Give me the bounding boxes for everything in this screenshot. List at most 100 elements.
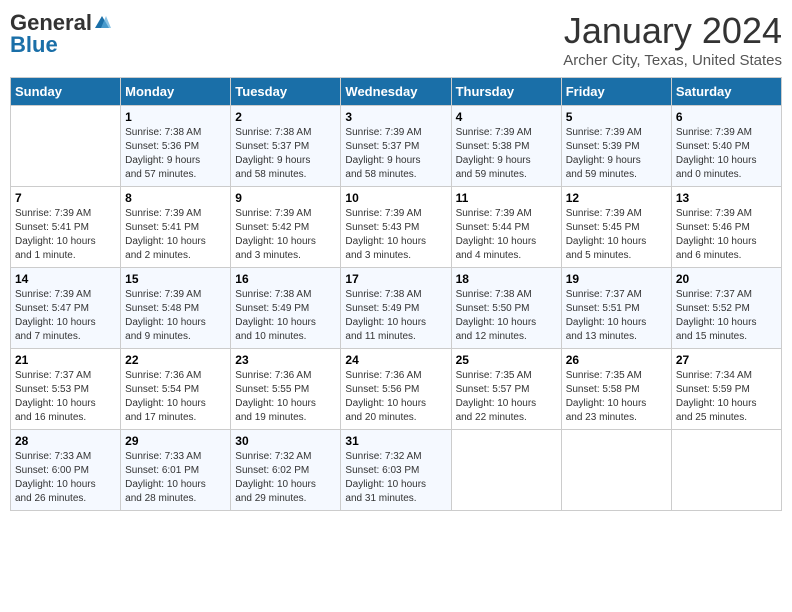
logo-blue-text: Blue (10, 32, 58, 58)
calendar-cell: 8 Sunrise: 7:39 AM Sunset: 5:41 PM Daylig… (121, 187, 231, 268)
day-info: Sunrise: 7:33 AM Sunset: 6:00 PM Dayligh… (15, 450, 116, 506)
day-header-tuesday: Tuesday (231, 78, 341, 106)
day-info: Sunrise: 7:38 AM Sunset: 5:49 PM Dayligh… (345, 288, 446, 344)
page-header: General Blue January 2024 Archer City, T… (10, 10, 782, 69)
day-info: Sunrise: 7:39 AM Sunset: 5:42 PM Dayligh… (235, 207, 336, 263)
day-info: Sunrise: 7:39 AM Sunset: 5:39 PM Dayligh… (566, 126, 667, 182)
day-number: 30 (235, 434, 336, 448)
calendar-cell: 23Sunrise: 7:36 AM Sunset: 5:55 PM Dayli… (231, 349, 341, 430)
day-number: 10 (345, 191, 446, 205)
day-number: 4 (456, 110, 557, 124)
day-number: 26 (566, 353, 667, 367)
calendar-cell: 31Sunrise: 7:32 AM Sunset: 6:03 PM Dayli… (341, 430, 451, 511)
calendar-cell: 16Sunrise: 7:38 AM Sunset: 5:49 PM Dayli… (231, 268, 341, 349)
title-block: January 2024 Archer City, Texas, United … (563, 10, 782, 69)
day-info: Sunrise: 7:39 AM Sunset: 5:43 PM Dayligh… (345, 207, 446, 263)
day-number: 29 (125, 434, 226, 448)
calendar-cell: 29 Sunrise: 7:33 AM Sunset: 6:01 PM Dayli… (121, 430, 231, 511)
day-number: 2 (235, 110, 336, 124)
calendar-cell (11, 106, 121, 187)
calendar-cell: 24Sunrise: 7:36 AM Sunset: 5:56 PM Dayli… (341, 349, 451, 430)
calendar-table: SundayMondayTuesdayWednesdayThursdayFrid… (10, 77, 782, 511)
day-info: Sunrise: 7:35 AM Sunset: 5:57 PM Dayligh… (456, 369, 557, 425)
calendar-cell: 20 Sunrise: 7:37 AM Sunset: 5:52 PM Dayli… (671, 268, 781, 349)
day-number: 25 (456, 353, 557, 367)
day-info: Sunrise: 7:34 AM Sunset: 5:59 PM Dayligh… (676, 369, 777, 425)
day-info: Sunrise: 7:39 AM Sunset: 5:44 PM Dayligh… (456, 207, 557, 263)
calendar-cell: 10 Sunrise: 7:39 AM Sunset: 5:43 PM Dayli… (341, 187, 451, 268)
calendar-cell: 6 Sunrise: 7:39 AM Sunset: 5:40 PM Daylig… (671, 106, 781, 187)
day-number: 22 (125, 353, 226, 367)
calendar-cell: 28Sunrise: 7:33 AM Sunset: 6:00 PM Dayli… (11, 430, 121, 511)
week-row-1: 1 Sunrise: 7:38 AM Sunset: 5:36 PM Daylig… (11, 106, 782, 187)
day-number: 12 (566, 191, 667, 205)
day-info: Sunrise: 7:38 AM Sunset: 5:37 PM Dayligh… (235, 126, 336, 182)
day-info: Sunrise: 7:39 AM Sunset: 5:48 PM Dayligh… (125, 288, 226, 344)
calendar-cell (451, 430, 561, 511)
month-title: January 2024 (563, 10, 782, 52)
day-info: Sunrise: 7:38 AM Sunset: 5:50 PM Dayligh… (456, 288, 557, 344)
days-header-row: SundayMondayTuesdayWednesdayThursdayFrid… (11, 78, 782, 106)
day-number: 23 (235, 353, 336, 367)
calendar-cell: 9Sunrise: 7:39 AM Sunset: 5:42 PM Daylig… (231, 187, 341, 268)
day-number: 18 (456, 272, 557, 286)
calendar-cell: 27 Sunrise: 7:34 AM Sunset: 5:59 PM Dayli… (671, 349, 781, 430)
calendar-cell (671, 430, 781, 511)
day-number: 1 (125, 110, 226, 124)
calendar-cell: 4 Sunrise: 7:39 AM Sunset: 5:38 PM Daylig… (451, 106, 561, 187)
day-info: Sunrise: 7:38 AM Sunset: 5:36 PM Dayligh… (125, 126, 226, 182)
calendar-cell: 12 Sunrise: 7:39 AM Sunset: 5:45 PM Dayli… (561, 187, 671, 268)
day-info: Sunrise: 7:37 AM Sunset: 5:52 PM Dayligh… (676, 288, 777, 344)
calendar-cell: 3 Sunrise: 7:39 AM Sunset: 5:37 PM Daylig… (341, 106, 451, 187)
day-info: Sunrise: 7:39 AM Sunset: 5:37 PM Dayligh… (345, 126, 446, 182)
calendar-cell: 17 Sunrise: 7:38 AM Sunset: 5:49 PM Dayli… (341, 268, 451, 349)
day-number: 8 (125, 191, 226, 205)
day-info: Sunrise: 7:39 AM Sunset: 5:47 PM Dayligh… (15, 288, 116, 344)
day-info: Sunrise: 7:39 AM Sunset: 5:45 PM Dayligh… (566, 207, 667, 263)
day-info: Sunrise: 7:37 AM Sunset: 5:53 PM Dayligh… (15, 369, 116, 425)
day-header-sunday: Sunday (11, 78, 121, 106)
day-number: 19 (566, 272, 667, 286)
day-header-monday: Monday (121, 78, 231, 106)
day-header-wednesday: Wednesday (341, 78, 451, 106)
calendar-cell: 1 Sunrise: 7:38 AM Sunset: 5:36 PM Daylig… (121, 106, 231, 187)
day-number: 7 (15, 191, 116, 205)
day-info: Sunrise: 7:32 AM Sunset: 6:02 PM Dayligh… (235, 450, 336, 506)
day-header-thursday: Thursday (451, 78, 561, 106)
day-info: Sunrise: 7:33 AM Sunset: 6:01 PM Dayligh… (125, 450, 226, 506)
calendar-cell: 13Sunrise: 7:39 AM Sunset: 5:46 PM Dayli… (671, 187, 781, 268)
calendar-cell: 11 Sunrise: 7:39 AM Sunset: 5:44 PM Dayli… (451, 187, 561, 268)
calendar-cell: 18 Sunrise: 7:38 AM Sunset: 5:50 PM Dayli… (451, 268, 561, 349)
calendar-cell: 5 Sunrise: 7:39 AM Sunset: 5:39 PM Daylig… (561, 106, 671, 187)
calendar-cell: 7 Sunrise: 7:39 AM Sunset: 5:41 PM Daylig… (11, 187, 121, 268)
calendar-cell: 14 Sunrise: 7:39 AM Sunset: 5:47 PM Dayli… (11, 268, 121, 349)
day-header-saturday: Saturday (671, 78, 781, 106)
day-number: 20 (676, 272, 777, 286)
day-number: 3 (345, 110, 446, 124)
day-number: 16 (235, 272, 336, 286)
day-info: Sunrise: 7:39 AM Sunset: 5:38 PM Dayligh… (456, 126, 557, 182)
day-number: 11 (456, 191, 557, 205)
logo: General Blue (10, 10, 112, 58)
day-number: 24 (345, 353, 446, 367)
day-info: Sunrise: 7:36 AM Sunset: 5:54 PM Dayligh… (125, 369, 226, 425)
day-number: 14 (15, 272, 116, 286)
logo-icon (93, 14, 111, 32)
calendar-cell: 2 Sunrise: 7:38 AM Sunset: 5:37 PM Daylig… (231, 106, 341, 187)
day-number: 21 (15, 353, 116, 367)
day-info: Sunrise: 7:39 AM Sunset: 5:41 PM Dayligh… (15, 207, 116, 263)
day-number: 5 (566, 110, 667, 124)
day-number: 17 (345, 272, 446, 286)
day-info: Sunrise: 7:32 AM Sunset: 6:03 PM Dayligh… (345, 450, 446, 506)
day-number: 6 (676, 110, 777, 124)
day-number: 27 (676, 353, 777, 367)
day-info: Sunrise: 7:39 AM Sunset: 5:40 PM Dayligh… (676, 126, 777, 182)
week-row-5: 28Sunrise: 7:33 AM Sunset: 6:00 PM Dayli… (11, 430, 782, 511)
calendar-cell: 15Sunrise: 7:39 AM Sunset: 5:48 PM Dayli… (121, 268, 231, 349)
calendar-cell: 30 Sunrise: 7:32 AM Sunset: 6:02 PM Dayli… (231, 430, 341, 511)
day-header-friday: Friday (561, 78, 671, 106)
calendar-cell: 21 Sunrise: 7:37 AM Sunset: 5:53 PM Dayli… (11, 349, 121, 430)
day-number: 13 (676, 191, 777, 205)
day-info: Sunrise: 7:39 AM Sunset: 5:41 PM Dayligh… (125, 207, 226, 263)
day-info: Sunrise: 7:35 AM Sunset: 5:58 PM Dayligh… (566, 369, 667, 425)
